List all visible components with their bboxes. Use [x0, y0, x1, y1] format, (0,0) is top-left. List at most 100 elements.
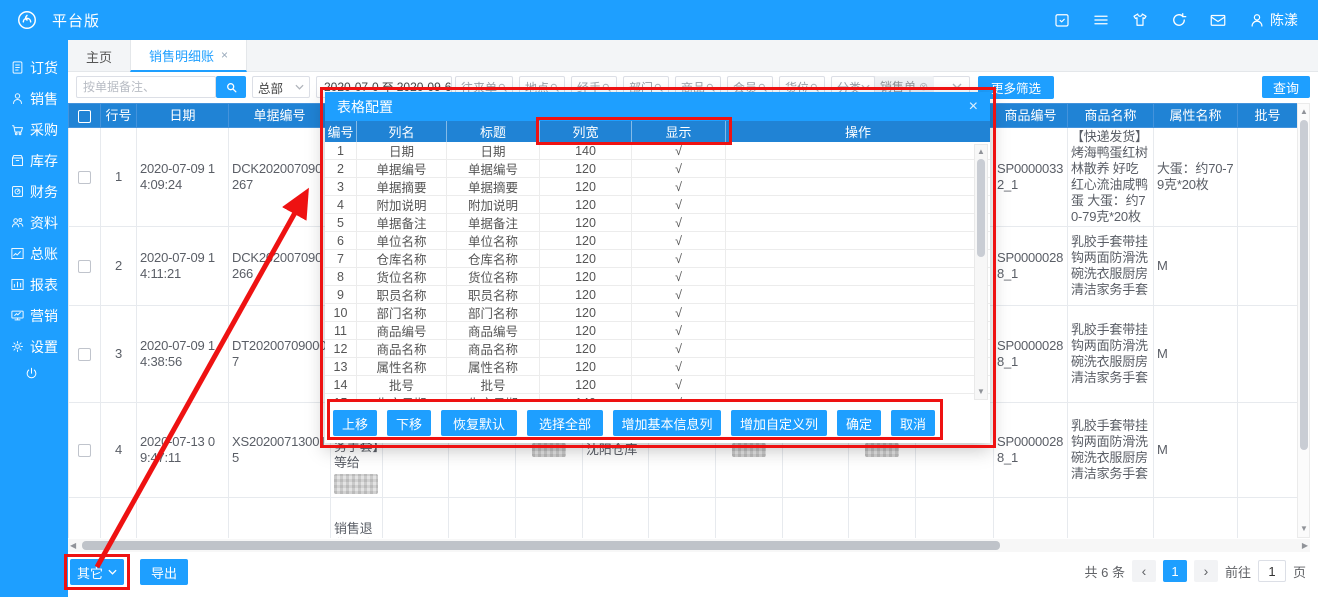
top-bar: 平台版 陈漾 [0, 0, 1318, 40]
scroll-down-icon[interactable]: ▼ [1300, 524, 1308, 534]
sidebar-item-ledger[interactable]: 总账 [10, 238, 58, 269]
goto-page-input[interactable] [1257, 560, 1286, 582]
sidebar-item-data[interactable]: 资料 [10, 207, 58, 238]
row-checkbox[interactable] [78, 348, 91, 362]
marketing-icon [10, 308, 25, 323]
horizontal-scrollbar[interactable]: ◀ ▶ [68, 539, 1310, 552]
prev-page-button[interactable]: ‹ [1131, 560, 1156, 582]
censored-blur [532, 443, 566, 457]
next-page-button[interactable]: › [1193, 560, 1218, 582]
other-button[interactable]: 其它 [70, 559, 124, 585]
column-visible-cell: √ [632, 286, 726, 303]
column-no-cell: 14 [325, 376, 357, 393]
config-row[interactable]: 13 属性名称 属性名称 120 √ [325, 358, 990, 376]
column-name-cell: 单据备注 [357, 214, 447, 231]
add-basic-columns-button[interactable]: 增加基本信息列 [613, 410, 721, 436]
restore-default-button[interactable]: 恢复默认 [441, 410, 517, 436]
move-down-button[interactable]: 下移 [387, 410, 431, 436]
select-all-checkbox[interactable] [78, 109, 91, 123]
data-icon [10, 215, 25, 230]
column-action-cell [726, 232, 973, 249]
user-account[interactable]: 陈漾 [1248, 10, 1298, 30]
dialog-scroll-thumb[interactable] [977, 159, 985, 257]
column-action-cell [726, 178, 973, 195]
theme-shirt-icon[interactable] [1131, 11, 1149, 29]
org-select[interactable]: 总部 [252, 76, 310, 98]
menu-icon[interactable] [1092, 11, 1110, 29]
column-title-cell: 仓库名称 [447, 250, 540, 267]
move-up-button[interactable]: 上移 [333, 410, 377, 436]
config-row[interactable]: 5 单据备注 单据备注 120 √ [325, 214, 990, 232]
chevron-right-icon: › [1203, 563, 1209, 579]
row-checkbox[interactable] [78, 444, 91, 458]
scroll-down-icon[interactable]: ▼ [977, 387, 985, 397]
column-action-cell [726, 358, 973, 375]
config-row[interactable]: 4 附加说明 附加说明 120 √ [325, 196, 990, 214]
search-icon [809, 82, 820, 93]
column-width-cell: 120 [540, 268, 632, 285]
sidebar-item-finance[interactable]: 财务 [10, 176, 58, 207]
config-row[interactable]: 11 商品编号 商品编号 120 √ [325, 322, 990, 340]
remark-search-input[interactable] [77, 80, 215, 94]
vertical-scrollbar[interactable]: ▲ ▼ [1297, 103, 1310, 538]
row-checkbox[interactable] [78, 260, 91, 274]
message-icon[interactable] [1209, 11, 1227, 29]
search-button[interactable] [216, 76, 246, 98]
cancel-button[interactable]: 取消 [891, 410, 935, 436]
vertical-scroll-thumb[interactable] [1300, 120, 1308, 450]
config-row[interactable]: 3 单据摘要 单据摘要 120 √ [325, 178, 990, 196]
column-visible-cell: √ [632, 214, 726, 231]
column-name-cell: 商品名称 [357, 340, 447, 357]
column-action-cell [726, 160, 973, 177]
sidebar-item-purchase[interactable]: 采购 [10, 114, 58, 145]
sidebar-item-inventory[interactable]: 库存 [10, 145, 58, 176]
sidebar-item-label: 财务 [30, 183, 58, 200]
todo-icon[interactable] [1053, 11, 1071, 29]
config-row[interactable]: 8 货位名称 货位名称 120 √ [325, 268, 990, 286]
logout-power-icon[interactable] [24, 366, 39, 386]
sidebar-item-report[interactable]: 报表 [10, 269, 58, 300]
sidebar-item-marketing[interactable]: 营销 [10, 300, 58, 331]
tab-home[interactable]: 主页 [68, 40, 130, 72]
config-row[interactable]: 9 职员名称 职员名称 120 √ [325, 286, 990, 304]
config-row[interactable]: 10 部门名称 部门名称 120 √ [325, 304, 990, 322]
config-row[interactable]: 14 批号 批号 120 √ [325, 376, 990, 394]
config-row[interactable]: 15生产日期生产日期140√ [325, 394, 990, 402]
export-button[interactable]: 导出 [140, 559, 188, 585]
config-row[interactable]: 2 单据编号 单据编号 120 √ [325, 160, 990, 178]
add-custom-column-button[interactable]: 增加自定义列 [731, 410, 827, 436]
current-page-button[interactable]: 1 [1162, 560, 1187, 582]
tag-remove-icon[interactable]: ⊗ [919, 80, 928, 93]
column-no-cell: 9 [325, 286, 357, 303]
tab-close-icon[interactable]: × [221, 48, 228, 62]
sidebar-item-label: 报表 [30, 276, 58, 293]
scroll-up-icon[interactable]: ▲ [977, 147, 985, 157]
sidebar-item-sales[interactable]: 销售 [10, 83, 58, 114]
refresh-icon[interactable] [1170, 11, 1188, 29]
confirm-button[interactable]: 确定 [837, 410, 881, 436]
config-row[interactable]: 7 仓库名称 仓库名称 120 √ [325, 250, 990, 268]
tab-sales-detail[interactable]: 销售明细账 × [130, 40, 248, 72]
sidebar-item-label: 订货 [30, 59, 58, 76]
dialog-scrollbar[interactable]: ▲ ▼ [974, 144, 988, 400]
column-visible-cell: √ [632, 196, 726, 213]
scroll-up-icon[interactable]: ▲ [1300, 107, 1308, 117]
row-checkbox[interactable] [78, 171, 91, 185]
config-row[interactable]: 6 单位名称 单位名称 120 √ [325, 232, 990, 250]
scroll-left-icon[interactable]: ◀ [70, 541, 76, 551]
column-visible-cell: √ [632, 394, 726, 402]
horizontal-scroll-thumb[interactable] [82, 541, 1000, 550]
sidebar-item-settings[interactable]: 设置 [10, 331, 58, 362]
inventory-icon [10, 153, 25, 168]
select-all-button[interactable]: 选择全部 [527, 410, 603, 436]
column-no-cell: 15 [325, 394, 357, 402]
scroll-right-icon[interactable]: ▶ [1302, 541, 1308, 551]
sidebar-item-order[interactable]: 订货 [10, 52, 58, 83]
column-no-cell: 10 [325, 304, 357, 321]
config-row[interactable]: 12 商品名称 商品名称 120 √ [325, 340, 990, 358]
query-button[interactable]: 查询 [1262, 76, 1310, 98]
select-all-checkbox-cell[interactable] [68, 103, 101, 128]
column-name-cell: 单位名称 [357, 232, 447, 249]
config-row[interactable]: 1 日期 日期 140 √ [325, 142, 990, 160]
dialog-close-icon[interactable]: × [969, 98, 978, 115]
